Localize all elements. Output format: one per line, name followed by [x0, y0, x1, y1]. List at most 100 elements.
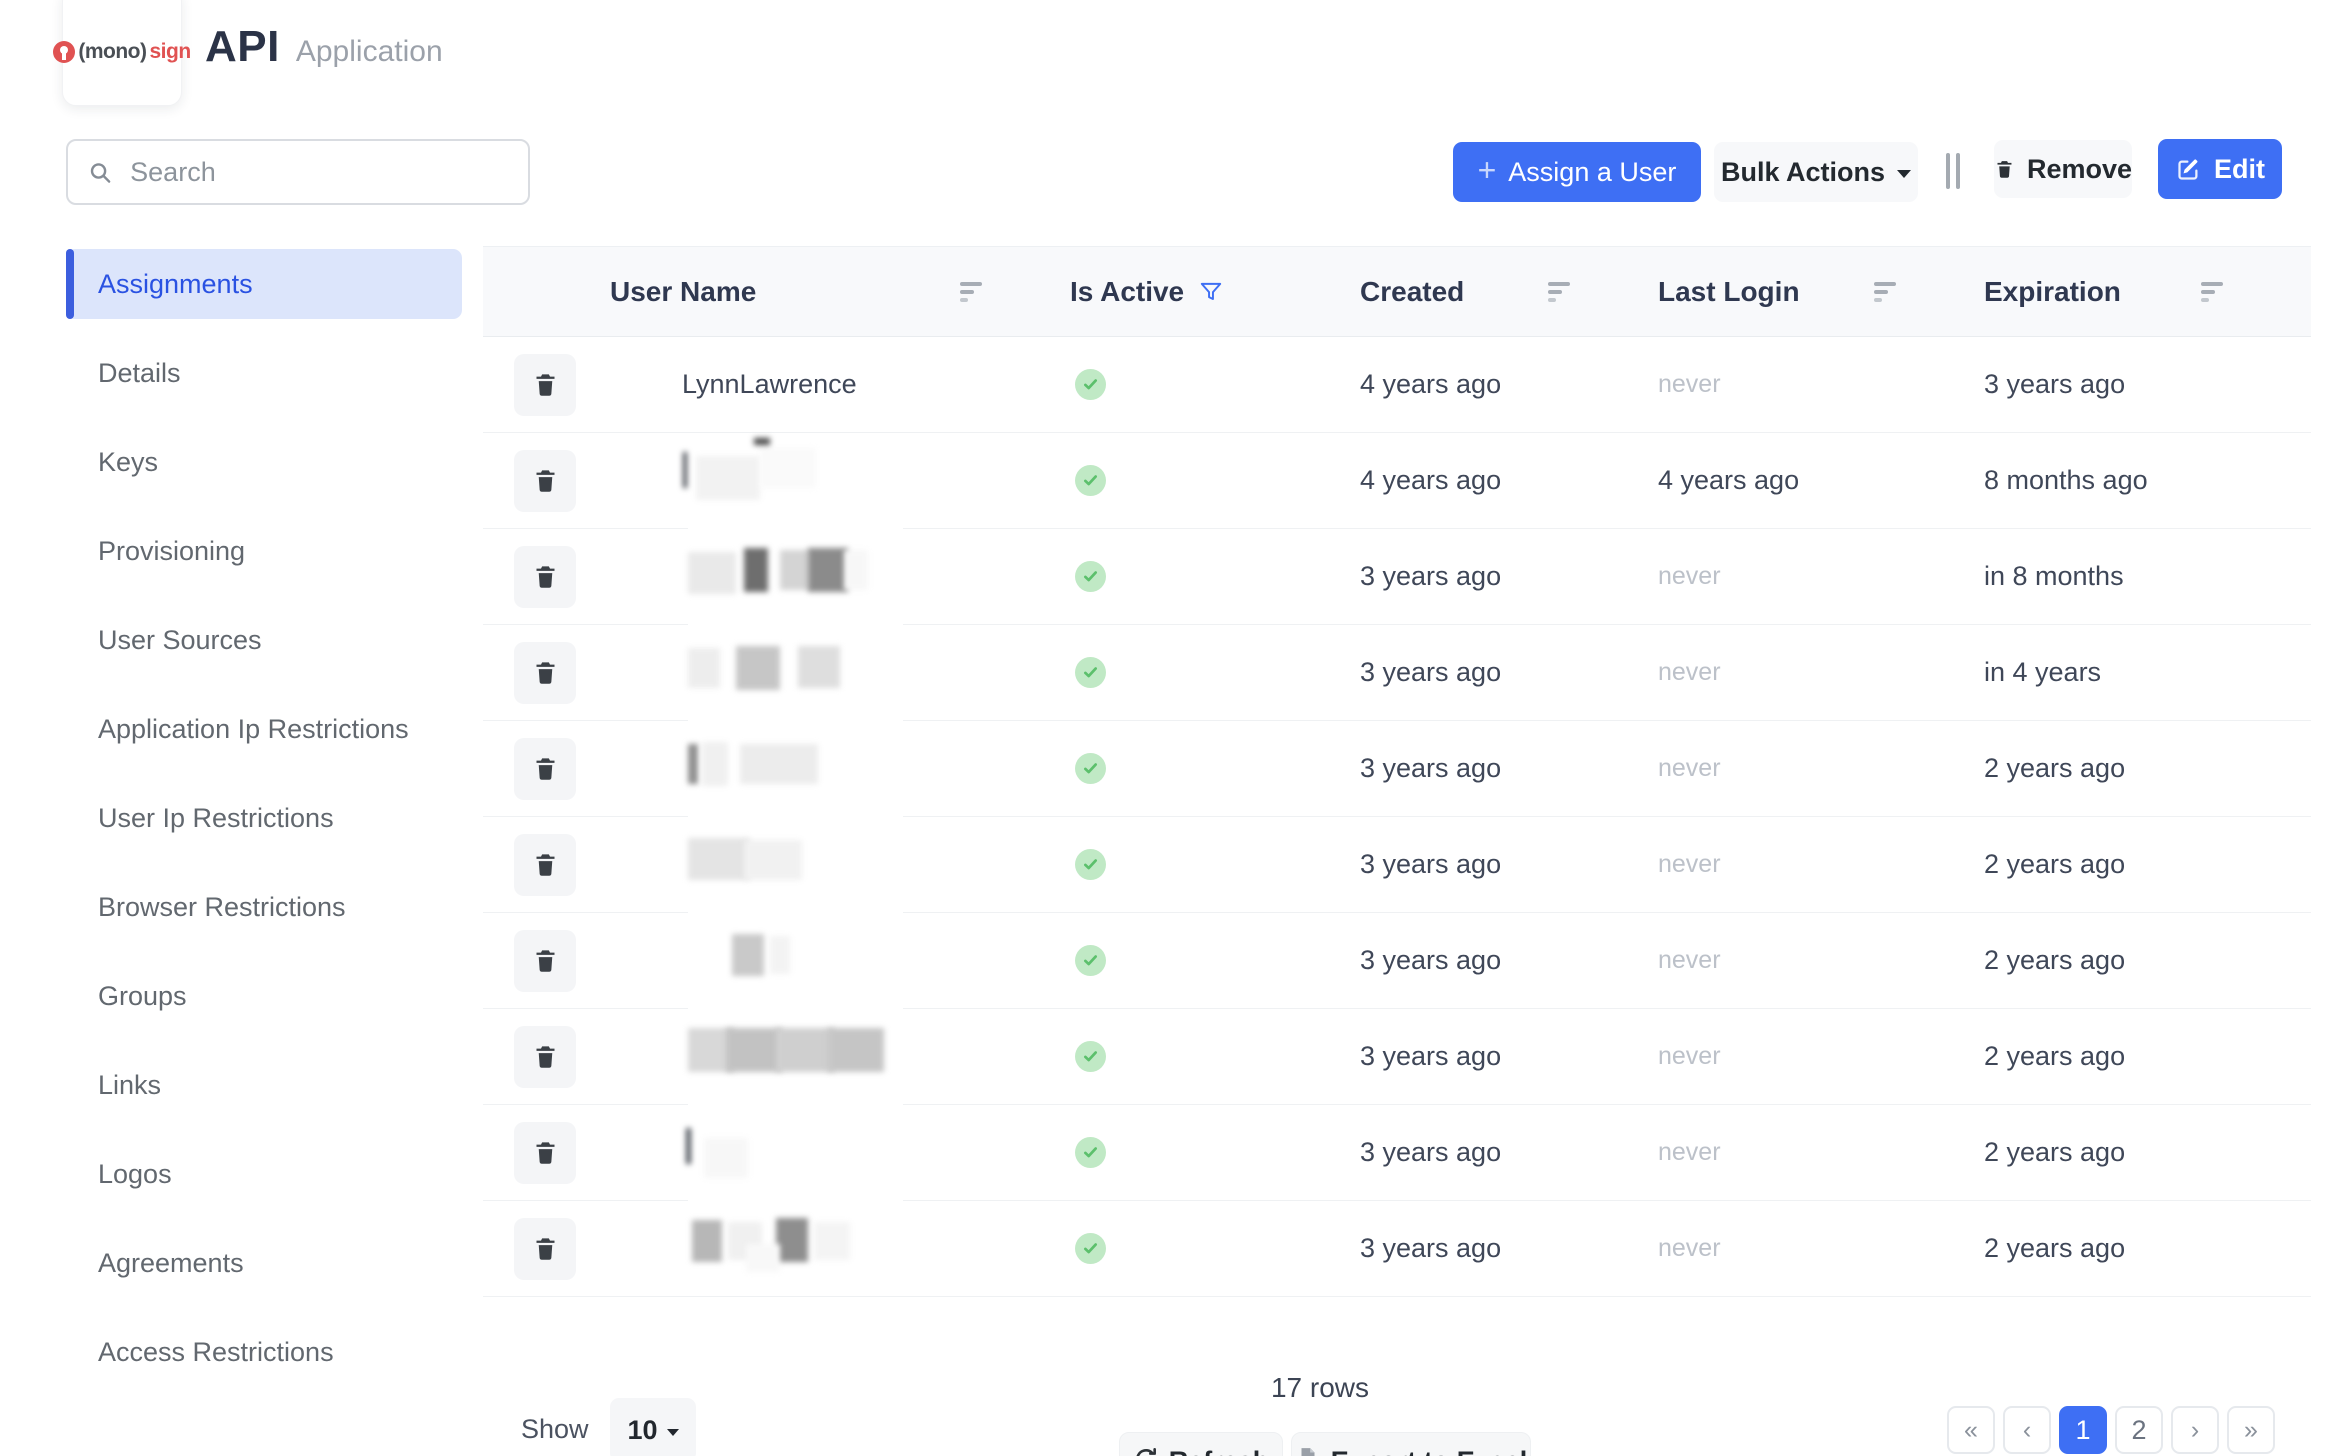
redacted-username-block — [692, 1220, 722, 1262]
created-cell: 3 years ago — [1360, 657, 1658, 688]
pagination: «‹12›» — [1947, 1406, 2275, 1454]
edit-button[interactable]: Edit — [2158, 139, 2282, 199]
trash-icon — [532, 947, 559, 974]
app-page: (mono) sign API Application + Assign a U… — [0, 0, 2346, 1456]
page-1-button[interactable]: 1 — [2059, 1406, 2107, 1454]
rows-count: 17 rows — [1180, 1372, 1460, 1404]
first-page-button[interactable]: « — [1947, 1406, 1995, 1454]
column-label: Last Login — [1658, 276, 1800, 308]
expiration-cell: 2 years ago — [1984, 1137, 2311, 1168]
column-header-user-name[interactable]: User Name — [610, 276, 1070, 308]
created-cell: 3 years ago — [1360, 1137, 1658, 1168]
delete-row-button[interactable] — [514, 1026, 576, 1088]
column-header-expiration[interactable]: Expiration — [1984, 276, 2311, 308]
sidebar-item-logos[interactable]: Logos — [66, 1139, 462, 1209]
page-title: API Application — [205, 22, 443, 72]
edit-pencil-icon — [2175, 156, 2202, 183]
export-excel-button[interactable]: Export to Excel — [1291, 1432, 1531, 1456]
sidebar-item-provisioning[interactable]: Provisioning — [66, 516, 462, 586]
delete-row-button[interactable] — [514, 546, 576, 608]
sort-icon[interactable] — [960, 282, 982, 302]
sidebar-item-browser-restrictions[interactable]: Browser Restrictions — [66, 872, 462, 942]
redacted-username-block — [776, 1218, 808, 1262]
column-label: Is Active — [1070, 276, 1184, 308]
sidebar-item-groups[interactable]: Groups — [66, 961, 462, 1031]
sidebar-item-links[interactable]: Links — [66, 1050, 462, 1120]
redacted-username-block — [732, 934, 764, 976]
last-page-button[interactable]: » — [2227, 1406, 2275, 1454]
created-cell: 3 years ago — [1360, 1233, 1658, 1264]
created-cell: 3 years ago — [1360, 945, 1658, 976]
logo-text-mono: (mono) — [78, 40, 146, 64]
last-login-cell: never — [1658, 1042, 1984, 1071]
active-check-icon — [1075, 1137, 1106, 1168]
delete-row-button[interactable] — [514, 1218, 576, 1280]
redacted-username-block — [688, 838, 750, 880]
chevron-down-icon — [1897, 170, 1911, 178]
column-header-is-active[interactable]: Is Active — [1070, 276, 1360, 308]
sidebar-item-details[interactable]: Details — [66, 338, 462, 408]
delete-row-button[interactable] — [514, 354, 576, 416]
active-check-icon — [1075, 465, 1106, 496]
delete-row-button[interactable] — [514, 642, 576, 704]
sidebar-item-user-ip-restrictions[interactable]: User Ip Restrictions — [66, 783, 462, 853]
delete-row-button[interactable] — [514, 930, 576, 992]
delete-row-button[interactable] — [514, 738, 576, 800]
last-login-cell: never — [1658, 562, 1984, 591]
sort-icon[interactable] — [2201, 282, 2223, 302]
sidebar-item-application-ip-restrictions[interactable]: Application Ip Restrictions — [66, 694, 462, 764]
refresh-label: Refresh — [1169, 1446, 1270, 1456]
trash-icon — [532, 1043, 559, 1070]
trash-icon — [532, 1139, 559, 1166]
redacted-username-block — [683, 452, 687, 488]
column-label: User Name — [610, 276, 756, 308]
sort-icon[interactable] — [1548, 282, 1570, 302]
sidebar-item-access-restrictions[interactable]: Access Restrictions — [66, 1317, 462, 1387]
sidebar-item-user-sources[interactable]: User Sources — [66, 605, 462, 675]
created-cell: 3 years ago — [1360, 1041, 1658, 1072]
sidebar-item-keys[interactable]: Keys — [66, 427, 462, 497]
delete-row-button[interactable] — [514, 834, 576, 896]
username-cell: LynnLawrence — [610, 369, 1070, 400]
filter-icon[interactable] — [1198, 279, 1224, 305]
redacted-username-block — [754, 438, 770, 445]
redacted-username-block — [696, 456, 760, 500]
trash-icon — [532, 659, 559, 686]
page-2-button[interactable]: 2 — [2115, 1406, 2163, 1454]
sidebar-item-agreements[interactable]: Agreements — [66, 1228, 462, 1298]
active-check-icon — [1075, 369, 1106, 400]
column-label: Created — [1360, 276, 1464, 308]
active-check-icon — [1075, 657, 1106, 688]
page-size-select[interactable]: 10 — [610, 1398, 696, 1456]
active-check-icon — [1075, 849, 1106, 880]
remove-button[interactable]: Remove — [1994, 140, 2132, 198]
sidebar-item-assignments[interactable]: Assignments — [66, 249, 462, 319]
search-box[interactable] — [66, 139, 530, 205]
redacted-username-block — [704, 1138, 748, 1178]
redacted-username-block — [746, 1244, 780, 1272]
column-header-last-login[interactable]: Last Login — [1658, 276, 1984, 308]
trash-icon — [532, 1235, 559, 1262]
bulk-actions-button[interactable]: Bulk Actions — [1714, 142, 1918, 202]
delete-row-button[interactable] — [514, 450, 576, 512]
next-page-button[interactable]: › — [2171, 1406, 2219, 1454]
assign-user-button[interactable]: + Assign a User — [1453, 142, 1701, 202]
refresh-button[interactable]: Refresh — [1119, 1432, 1283, 1456]
last-login-cell: 4 years ago — [1658, 465, 1984, 496]
column-header-created[interactable]: Created — [1360, 276, 1658, 308]
file-icon — [1295, 1446, 1321, 1456]
last-login-cell: never — [1658, 754, 1984, 783]
sidebar-nav: Assignments Details Keys Provisioning User S… — [66, 249, 462, 1406]
delete-row-button[interactable] — [514, 1122, 576, 1184]
trash-icon — [532, 371, 559, 398]
table-row[interactable]: LynnLawrence4 years agonever3 years ago — [483, 337, 2311, 433]
created-cell: 3 years ago — [1360, 561, 1658, 592]
search-input[interactable] — [128, 156, 508, 189]
prev-page-button[interactable]: ‹ — [2003, 1406, 2051, 1454]
brand-logo-card[interactable]: (mono) sign — [62, 0, 182, 106]
last-login-cell: never — [1658, 370, 1984, 399]
sort-icon[interactable] — [1874, 282, 1896, 302]
redacted-username-block — [688, 552, 736, 594]
search-icon — [88, 159, 112, 186]
created-cell: 3 years ago — [1360, 849, 1658, 880]
